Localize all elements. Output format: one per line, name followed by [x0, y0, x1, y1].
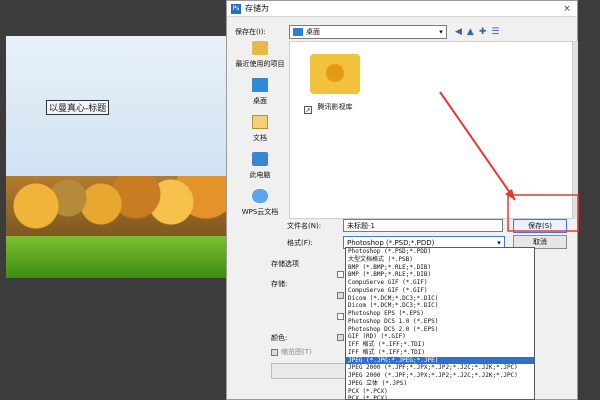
format-option[interactable]: IFF 格式 (*.IFF;*.TDI) — [346, 349, 534, 357]
folder-video-icon — [310, 54, 360, 94]
format-option[interactable]: Dicom (*.DCM;*.DC3;*.DIC) — [346, 295, 534, 303]
option-checkbox[interactable] — [337, 271, 344, 278]
option-checkbox[interactable] — [337, 334, 344, 341]
place-documents[interactable]: 文档 — [233, 115, 287, 143]
format-value: Photoshop (*.PSD;*.PDD) — [347, 238, 435, 247]
place-label: 此电脑 — [249, 171, 271, 179]
format-option[interactable]: BMP (*.BMP;*.RLE;*.DIB) — [346, 271, 534, 279]
format-option[interactable]: Photoshop DCS 1.0 (*.EPS) — [346, 318, 534, 326]
format-option[interactable]: JPEG 2000 (*.JPF;*.JPX;*.JP2;*.J2C;*.J2K… — [346, 372, 534, 380]
computer-icon — [252, 152, 268, 166]
option-checkbox[interactable] — [337, 313, 344, 320]
document-canvas[interactable]: 以曼真心-标题 — [6, 36, 232, 278]
format-option[interactable]: IFF 格式 (*.IFF;*.TDI) — [346, 341, 534, 349]
up-folder-icon[interactable]: ▲ — [467, 27, 474, 37]
place-recent[interactable]: 最近使用的项目 — [233, 41, 287, 69]
format-option[interactable]: Dicom (*.DCM;*.DC3;*.DIC) — [346, 302, 534, 310]
format-option[interactable]: CompuServe GIF (*.GIF) — [346, 287, 534, 295]
format-option[interactable]: 大型文档格式 (*.PSB) — [346, 256, 534, 264]
recent-icon — [252, 41, 268, 55]
view-menu-icon[interactable]: ☰ — [491, 27, 499, 37]
place-label: WPS云文档 — [241, 208, 279, 216]
format-option[interactable]: JPEG 立体 (*.JPS) — [346, 380, 534, 388]
option-checkbox[interactable] — [337, 292, 344, 299]
dialog-title: 存储为 — [245, 4, 269, 13]
file-item-label: 腾讯影视库 — [317, 103, 353, 111]
format-option[interactable]: Photoshop EPS (*.EPS) — [346, 310, 534, 318]
option-checkboxes — [337, 271, 344, 355]
file-item[interactable]: ↗ 腾讯影视库 — [300, 54, 370, 114]
documents-icon — [252, 115, 268, 129]
options-panel-box — [271, 363, 351, 379]
save-in-select[interactable]: 桌面 ▾ — [289, 25, 447, 39]
place-wps-cloud[interactable]: WPS云文档 — [233, 189, 287, 217]
desktop-icon — [252, 78, 268, 92]
format-option[interactable]: JPEG (*.JPG;*.JPEG;*.JPE) — [346, 356, 534, 365]
save-button[interactable]: 保存(S) — [513, 219, 567, 233]
thumbnail-checkbox[interactable] — [271, 348, 278, 356]
places-sidebar: 最近使用的项目 桌面 文档 此电脑 WPS云文档 — [233, 41, 287, 231]
cloud-icon — [252, 189, 268, 203]
filename-row: 文件名(N): 未标题-1 — [287, 219, 503, 232]
canvas-sky — [6, 36, 232, 186]
place-label: 最近使用的项目 — [235, 60, 285, 68]
canvas-text-layer[interactable]: 以曼真心-标题 — [46, 100, 110, 115]
format-label: 格式(F): — [287, 238, 313, 247]
place-this-pc[interactable]: 此电脑 — [233, 152, 287, 180]
thumbnail-row: 缩览图(T) — [271, 347, 312, 357]
format-option[interactable]: Photoshop (*.PSD;*.PDD) — [346, 248, 534, 256]
chevron-down-icon: ▾ — [439, 28, 443, 36]
file-list-scrollbar[interactable] — [573, 41, 578, 219]
shortcut-arrow-icon: ↗ — [304, 106, 312, 114]
format-option[interactable]: GIF (RD) (*.GIF) — [346, 333, 534, 341]
place-desktop[interactable]: 桌面 — [233, 78, 287, 106]
thumbnail-label: 缩览图(T) — [281, 348, 312, 356]
file-list[interactable]: ↗ 腾讯影视库 — [289, 41, 573, 219]
dialog-titlebar: Ps 存储为 × — [227, 1, 577, 17]
save-in-value: 桌面 — [306, 28, 320, 36]
format-option[interactable]: CompuServe GIF (*.GIF) — [346, 279, 534, 287]
save-in-label: 保存在(I): — [235, 28, 266, 36]
chevron-down-icon: ▾ — [497, 238, 501, 247]
save-options-label: 存储选项 — [271, 260, 299, 268]
format-option[interactable]: PCX (*.PCX) — [346, 395, 534, 399]
filename-label: 文件名(N): — [287, 221, 322, 230]
format-option[interactable]: BMP (*.BMP;*.RLE;*.DIB) — [346, 264, 534, 272]
filename-input[interactable]: 未标题-1 — [343, 219, 503, 232]
save-in-row: 保存在(I): 桌面 ▾ ◀ ▲ ✚ ☰ — [235, 25, 499, 39]
format-option[interactable]: PCX (*.PCX) — [346, 388, 534, 396]
place-label: 文档 — [253, 134, 267, 142]
format-option[interactable]: Photoshop DCS 2.0 (*.EPS) — [346, 326, 534, 334]
back-icon[interactable]: ◀ — [455, 27, 462, 37]
photoshop-icon: Ps — [231, 3, 241, 14]
format-option[interactable]: JPEG 2000 (*.JPF;*.JPX;*.JP2;*.J2C;*.J2K… — [346, 364, 534, 372]
canvas-grass — [6, 236, 232, 278]
desktop-folder-icon — [293, 28, 303, 36]
format-dropdown-list[interactable]: Photoshop (*.PSD;*.PDD) 大型文档格式 (*.PSB) BMP… — [345, 247, 535, 400]
close-button[interactable]: × — [557, 4, 577, 14]
nav-toolbar: ◀ ▲ ✚ ☰ — [455, 27, 499, 37]
new-folder-icon[interactable]: ✚ — [479, 27, 487, 37]
place-label: 桌面 — [253, 97, 267, 105]
